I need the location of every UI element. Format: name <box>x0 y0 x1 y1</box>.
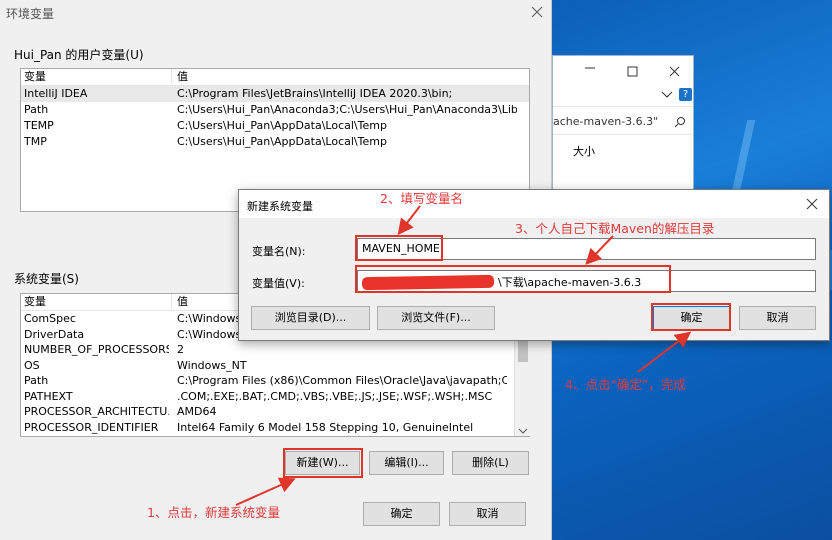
var-name: TEMP <box>24 119 54 132</box>
column-header-name[interactable]: 变量 <box>24 69 46 85</box>
dialog-title: 环境变量 <box>6 7 55 21</box>
var-name: PROCESSOR_ARCHITECTU... <box>24 405 169 418</box>
highlight-variable-value <box>355 265 671 293</box>
var-name: OS <box>24 358 40 372</box>
user-variables-label: Hui_Pan 的用户变量(U) <box>14 48 144 62</box>
var-value: C:\Users\Hui_Pan\AppData\Local\Temp <box>177 119 387 132</box>
var-name: PATHEXT <box>24 389 73 403</box>
var-value: C:\Program Files (x86)\Common Files\Orac… <box>177 374 507 387</box>
var-name: Path <box>24 374 49 387</box>
table-row[interactable]: TEMP C:\Users\Hui_Pan\AppData\Local\Temp <box>21 118 529 134</box>
table-row[interactable]: OS Windows_NT <box>21 358 529 374</box>
ok-button[interactable]: 确定 <box>363 502 440 526</box>
annotation-step-3: 3、个人自己下载Maven的解压目录 <box>515 221 715 236</box>
var-value: 2 <box>177 343 184 356</box>
var-value: C:\Users\Hui_Pan\AppData\Local\Temp <box>177 135 387 148</box>
column-header-name[interactable]: 变量 <box>24 294 46 310</box>
column-header-value[interactable]: 值 <box>177 294 188 310</box>
maximize-icon[interactable] <box>627 66 639 78</box>
system-variables-label: 系统变量(S) <box>14 272 79 286</box>
var-value: Intel64 Family 6 Model 158 Stepping 10, … <box>177 420 474 434</box>
explorer-window: ? ache-maven-3.6.3" 大小 <box>552 55 694 195</box>
table-row[interactable]: PROCESSOR_IDENTIFIER Intel64 Family 6 Mo… <box>21 420 529 436</box>
browse-directory-button[interactable]: 浏览目录(D)... <box>251 306 370 330</box>
search-text[interactable]: ache-maven-3.6.3" <box>553 115 658 128</box>
annotation-step-2: 2、填写变量名 <box>380 191 463 206</box>
close-icon[interactable] <box>669 66 681 78</box>
var-name: TMP <box>24 135 47 148</box>
table-row[interactable]: NUMBER_OF_PROCESSORS 2 <box>21 342 529 358</box>
dialog-title: 新建系统变量 <box>247 200 313 213</box>
var-value: C:\Program Files\JetBrains\IntelliJ IDEA… <box>177 87 453 100</box>
cancel-button[interactable]: 取消 <box>449 502 526 526</box>
table-row[interactable]: PATHEXT .COM;.EXE;.BAT;.CMD;.VBS;.VBE;.J… <box>21 389 529 405</box>
edit-variable-button[interactable]: 编辑(I)... <box>369 451 444 475</box>
var-name: IntelliJ IDEA <box>24 87 88 100</box>
highlight-variable-name <box>355 235 443 261</box>
highlight-ok-button <box>651 303 731 331</box>
var-value: AMD64 <box>177 405 217 418</box>
table-row[interactable]: Path C:\Users\Hui_Pan\Anaconda3;C:\Users… <box>21 102 529 118</box>
var-name: NUMBER_OF_PROCESSORS <box>24 343 169 356</box>
chevron-down-icon[interactable] <box>661 90 673 100</box>
table-row[interactable]: PROCESSOR_ARCHITECTU... AMD64 <box>21 404 529 420</box>
minimize-icon[interactable] <box>583 62 597 72</box>
annotation-step-4: 4、点击“确定”，完成 <box>565 377 686 392</box>
search-icon[interactable] <box>674 116 686 128</box>
list-header: 变量 值 <box>21 69 529 86</box>
var-name: ComSpec <box>24 312 76 325</box>
var-value: Windows_NT <box>177 358 247 372</box>
column-size[interactable]: 大小 <box>573 143 595 159</box>
var-value: C:\Users\Hui_Pan\Anaconda3;C:\Users\Hui_… <box>177 103 517 116</box>
table-row[interactable]: Path C:\Program Files (x86)\Common Files… <box>21 373 529 389</box>
highlight-new-button <box>283 448 363 478</box>
var-name: PROCESSOR_IDENTIFIER <box>24 420 159 434</box>
var-name: DriverData <box>24 327 85 341</box>
help-icon[interactable]: ? <box>679 88 692 101</box>
scroll-down-icon[interactable] <box>518 425 528 434</box>
table-row[interactable]: IntelliJ IDEA C:\Program Files\JetBrains… <box>21 86 529 102</box>
table-row[interactable]: TMP C:\Users\Hui_Pan\AppData\Local\Temp <box>21 134 529 150</box>
var-name: Path <box>24 103 49 116</box>
column-header-value[interactable]: 值 <box>177 69 188 85</box>
delete-variable-button[interactable]: 删除(L) <box>452 451 529 475</box>
dialog-titlebar: 新建系统变量 <box>239 190 829 218</box>
close-icon[interactable] <box>530 5 544 19</box>
variable-value-label: 变量值(V): <box>252 277 305 290</box>
var-value: .COM;.EXE;.BAT;.CMD;.VBS;.VBE;.JS;.JSE;.… <box>177 389 493 403</box>
close-icon[interactable] <box>805 197 819 211</box>
cancel-button[interactable]: 取消 <box>739 306 816 330</box>
browse-file-button[interactable]: 浏览文件(F)... <box>377 306 495 330</box>
annotation-step-1: 1、点击，新建系统变量 <box>147 505 280 520</box>
variable-name-label: 变量名(N): <box>252 245 306 258</box>
